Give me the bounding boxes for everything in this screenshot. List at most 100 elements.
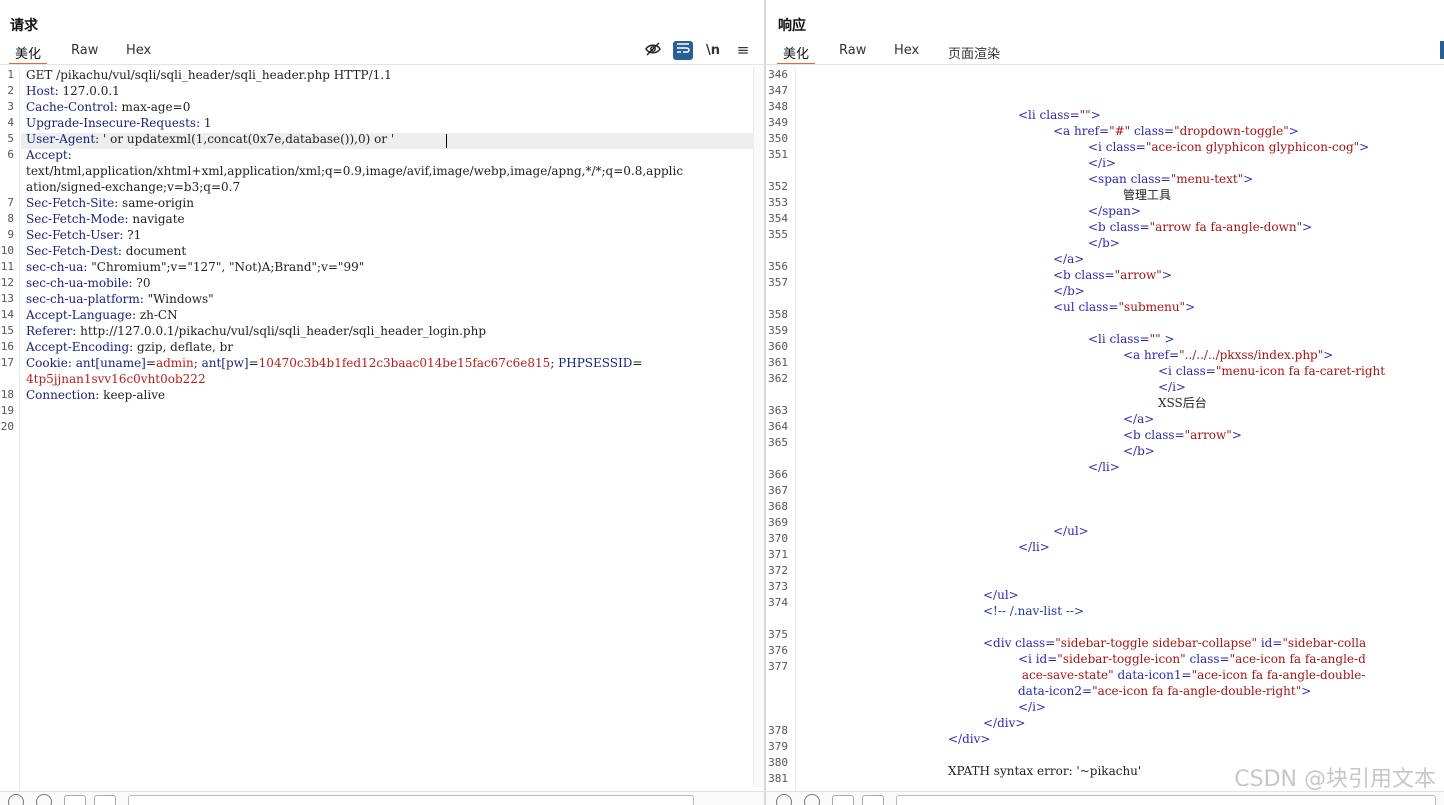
- response-editor[interactable]: 346 347 348 349 350 351 352 353 354 355 356 357 358 3…: [766, 67, 1444, 791]
- request-editor[interactable]: 1 2 3 4 5 6 7 8 9 10 11 12 13 14 15 16 17 18 19 20 GET /pik…: [0, 67, 764, 791]
- line-number: 358: [768, 308, 788, 321]
- request-scrollbar[interactable]: [753, 67, 764, 787]
- next-match-button[interactable]: [94, 795, 116, 805]
- request-line[interactable]: User-Agent: ' or updatexml(1,concat(0x7e…: [26, 131, 394, 147]
- response-line[interactable]: <div class="sidebar-toggle sidebar-colla…: [983, 635, 1366, 651]
- request-line[interactable]: Sec-Fetch-Mode: navigate: [26, 211, 185, 227]
- response-toolbar-edge-button[interactable]: [1440, 41, 1444, 59]
- request-line[interactable]: Accept-Language: zh-CN: [26, 307, 178, 323]
- request-line[interactable]: sec-ch-ua-platform: "Windows": [26, 291, 214, 307]
- next-match-button[interactable]: [862, 795, 884, 805]
- settings-gear-icon[interactable]: [804, 794, 820, 805]
- header-name: Connection: [26, 388, 96, 402]
- code-token: id=: [1035, 652, 1058, 666]
- line-number: 346: [768, 68, 788, 81]
- response-line[interactable]: <li class="" >: [1088, 331, 1175, 347]
- response-line[interactable]: </li>: [1088, 459, 1120, 475]
- response-line[interactable]: </b>: [1088, 235, 1120, 251]
- code-token: <ul: [1053, 300, 1079, 314]
- code-token: "#": [1109, 124, 1131, 138]
- code-token: >: [1164, 332, 1175, 346]
- response-line[interactable]: </b>: [1053, 283, 1085, 299]
- response-tab-hex[interactable]: Hex: [894, 43, 919, 64]
- response-line[interactable]: XPATH syntax error: '~pikachu': [948, 763, 1141, 779]
- response-line[interactable]: </ul>: [983, 587, 1019, 603]
- code-token: class=: [1074, 268, 1115, 282]
- response-line[interactable]: </div>: [983, 715, 1025, 731]
- request-line[interactable]: Cookie: ant[uname]=admin; ant[pw]=10470c…: [26, 355, 642, 371]
- code-token: "sidebar-toggle-icon": [1057, 652, 1186, 666]
- request-tab-hex[interactable]: Hex: [126, 43, 151, 64]
- response-line[interactable]: <b class="arrow">: [1053, 267, 1172, 283]
- request-line[interactable]: 4tp5jjnan1svv16c0vht0ob222: [26, 371, 206, 387]
- response-line[interactable]: <i class="ace-icon glyphicon glyphicon-c…: [1088, 139, 1369, 155]
- response-line[interactable]: <a href="../../../pkxss/index.php">: [1123, 347, 1333, 363]
- response-tab-raw[interactable]: Raw: [839, 43, 866, 64]
- response-line[interactable]: <b class="arrow fa fa-angle-down">: [1088, 219, 1312, 235]
- request-search-input[interactable]: [128, 795, 694, 805]
- request-line[interactable]: Connection: keep-alive: [26, 387, 165, 403]
- request-tabs-divider: [0, 64, 764, 65]
- request-line[interactable]: Sec-Fetch-Site: same-origin: [26, 195, 194, 211]
- request-line[interactable]: Cache-Control: max-age=0: [26, 99, 190, 115]
- line-number: 7: [7, 196, 14, 209]
- response-line[interactable]: <a href="#" class="dropdown-toggle">: [1053, 123, 1299, 139]
- response-line[interactable]: </b>: [1123, 443, 1155, 459]
- request-tab-pretty[interactable]: 美化: [8, 43, 48, 65]
- request-line[interactable]: Upgrade-Insecure-Requests: 1: [26, 115, 212, 131]
- response-line[interactable]: </i>: [1088, 155, 1116, 171]
- response-line[interactable]: <b class="arrow">: [1123, 427, 1242, 443]
- request-line[interactable]: Host: 127.0.0.1: [26, 83, 120, 99]
- response-line[interactable]: </li>: [1018, 539, 1050, 555]
- header-value: : ' or updatexml(1,concat(0x7e,database(…: [95, 132, 395, 146]
- request-line[interactable]: Accept:: [26, 147, 76, 163]
- request-line[interactable]: Sec-Fetch-Dest: document: [26, 243, 186, 259]
- hide-eye-icon[interactable]: [643, 41, 663, 60]
- request-line[interactable]: Referer: http://127.0.0.1/pikachu/vul/sq…: [26, 323, 486, 339]
- prev-match-button[interactable]: [832, 795, 854, 805]
- help-icon[interactable]: [8, 794, 24, 805]
- line-number: 12: [0, 276, 14, 289]
- request-line[interactable]: ation/signed-exchange;v=b3;q=0.7: [26, 179, 240, 195]
- response-line[interactable]: </i>: [1018, 699, 1046, 715]
- response-line[interactable]: <!-- /.nav-list -->: [983, 603, 1084, 619]
- request-line[interactable]: sec-ch-ua: "Chromium";v="127", "Not)A;Br…: [26, 259, 364, 275]
- cookie-token: ;: [193, 356, 202, 370]
- menu-icon[interactable]: ≡: [733, 41, 753, 60]
- request-tab-raw[interactable]: Raw: [71, 43, 98, 64]
- response-tab-render[interactable]: 页面渲染: [948, 43, 1000, 64]
- response-line[interactable]: <i class="menu-icon fa fa-caret-right: [1158, 363, 1385, 379]
- help-icon[interactable]: [776, 794, 792, 805]
- response-line[interactable]: </a>: [1123, 411, 1154, 427]
- response-line[interactable]: </span>: [1088, 203, 1141, 219]
- response-tab-pretty[interactable]: 美化: [776, 43, 816, 65]
- response-line[interactable]: <li class="">: [1018, 107, 1101, 123]
- code-token: <li: [1018, 108, 1040, 122]
- response-line[interactable]: <span class="menu-text">: [1088, 171, 1253, 187]
- header-name: sec-ch-ua-platform: [26, 292, 140, 306]
- response-line[interactable]: data-icon2="ace-icon fa fa-angle-double-…: [1018, 683, 1311, 699]
- response-line[interactable]: 管理工具: [1123, 187, 1171, 203]
- request-line[interactable]: sec-ch-ua-mobile: ?0: [26, 275, 150, 291]
- response-line[interactable]: </div>: [948, 731, 990, 747]
- code-token: href=: [1074, 124, 1110, 138]
- response-line[interactable]: </i>: [1158, 379, 1186, 395]
- request-line[interactable]: Accept-Encoding: gzip, deflate, br: [26, 339, 233, 355]
- response-line[interactable]: </a>: [1053, 251, 1084, 267]
- newline-toggle-icon[interactable]: \n: [703, 41, 723, 60]
- request-line[interactable]: Sec-Fetch-User: ?1: [26, 227, 141, 243]
- code-token: </b>: [1088, 236, 1120, 250]
- response-line[interactable]: ace-save-state" data-icon1="ace-icon fa …: [1018, 667, 1366, 683]
- header-value: : same-origin: [114, 196, 194, 210]
- prev-match-button[interactable]: [64, 795, 86, 805]
- settings-gear-icon[interactable]: [36, 794, 52, 805]
- request-line[interactable]: GET /pikachu/vul/sqli/sqli_header/sqli_h…: [26, 67, 392, 83]
- response-line[interactable]: <ul class="submenu">: [1053, 299, 1195, 315]
- response-line[interactable]: XSS后台: [1158, 395, 1207, 411]
- response-line[interactable]: <i id="sidebar-toggle-icon" class="ace-i…: [1018, 651, 1366, 667]
- word-wrap-icon[interactable]: [673, 41, 693, 60]
- response-search-input[interactable]: [896, 795, 1436, 805]
- line-number: 8: [7, 212, 14, 225]
- request-line[interactable]: text/html,application/xhtml+xml,applicat…: [26, 163, 683, 179]
- response-line[interactable]: </ul>: [1053, 523, 1089, 539]
